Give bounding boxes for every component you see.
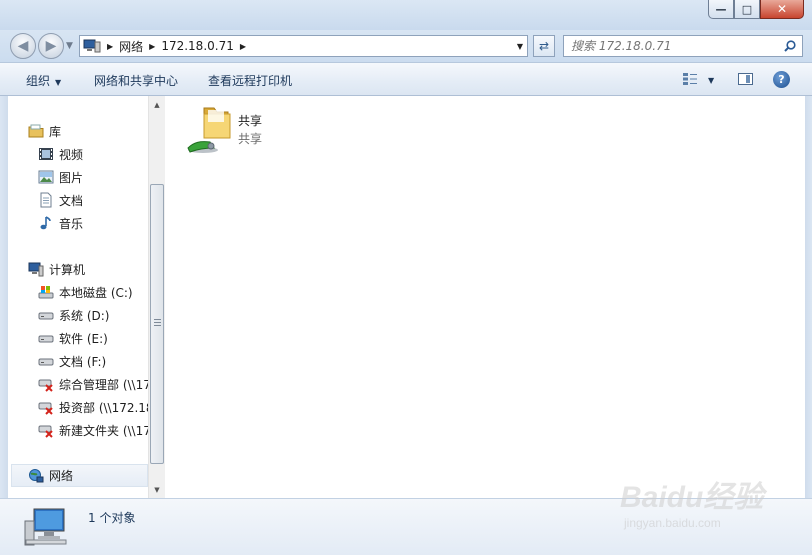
nav-drive-e-label: 软件 (E:): [59, 331, 108, 346]
breadcrumb-separator-icon[interactable]: ▶: [107, 42, 113, 51]
folder-subtitle: 共享: [238, 132, 263, 146]
document-icon: [38, 192, 54, 208]
help-icon: ?: [778, 73, 785, 86]
recent-pages-dropdown[interactable]: ▼: [66, 41, 73, 51]
breadcrumb-host[interactable]: 172.18.0.71: [161, 39, 234, 53]
shared-folder-icon: [186, 104, 234, 157]
refresh-button[interactable]: ⇄: [533, 35, 555, 57]
scrollbar-thumb[interactable]: [150, 184, 164, 464]
file-list: 共享 共享: [166, 96, 805, 498]
preview-pane-button[interactable]: [738, 73, 753, 85]
search-input[interactable]: [564, 36, 774, 56]
back-button[interactable]: ◀: [10, 33, 36, 59]
library-icon: [28, 123, 44, 139]
title-bar: — □ ✕: [0, 0, 812, 30]
search-icon[interactable]: [784, 40, 796, 52]
hard-drive-icon: [38, 353, 54, 369]
folder-name: 共享: [238, 114, 263, 128]
nav-videos-label: 视频: [59, 147, 84, 162]
view-options-icon: [682, 72, 698, 89]
view-dropdown-icon[interactable]: ▼: [708, 76, 714, 85]
help-button[interactable]: ?: [773, 71, 790, 88]
video-icon: [38, 146, 54, 162]
disconnected-network-drive-icon: [38, 422, 54, 438]
breadcrumb-separator-icon[interactable]: ▶: [240, 42, 246, 51]
nav-mapped-drive-2-label: 投资部 (\\172.18: [59, 400, 154, 415]
back-arrow-icon: ◀: [17, 38, 29, 54]
maximize-icon: □: [741, 2, 753, 16]
nav-mapped-drive-1-label: 综合管理部 (\\172: [59, 377, 159, 392]
close-button[interactable]: ✕: [760, 0, 804, 19]
hard-drive-icon: [38, 330, 54, 346]
disconnected-network-drive-icon: [38, 376, 54, 392]
item-count: 1 个对象: [88, 511, 136, 525]
window-frame-left: [0, 96, 8, 498]
nav-computer-label: 计算机: [49, 262, 86, 277]
system-drive-icon: [38, 284, 54, 300]
command-bar: 组织 ▼ 网络和共享中心 查看远程打印机 ▼ ?: [0, 62, 812, 96]
nav-pictures-label: 图片: [59, 170, 84, 185]
search-box[interactable]: [563, 35, 803, 57]
breadcrumb-network[interactable]: 网络: [119, 38, 143, 55]
change-view-button[interactable]: ▼: [682, 72, 714, 89]
network-computer-large-icon: [24, 507, 72, 547]
refresh-icon: ⇄: [538, 39, 550, 53]
nav-music-label: 音乐: [59, 216, 84, 231]
forward-arrow-icon: ▶: [45, 38, 57, 54]
watermark: Baidu经验 jingyan.baidu.com: [620, 468, 770, 538]
close-icon: ✕: [776, 2, 788, 16]
nav-library-label: 库: [49, 124, 62, 139]
nav-drive-d-label: 系统 (D:): [59, 308, 110, 323]
address-bar[interactable]: ▶ 网络 ▶ 172.18.0.71 ▶ ▼: [79, 35, 528, 57]
nav-documents-label: 文档: [59, 193, 84, 208]
picture-icon: [38, 169, 54, 185]
nav-network[interactable]: 网络: [11, 464, 148, 487]
nav-computer[interactable]: 计算机: [28, 259, 168, 279]
navigation-pane: 库 视频 图片 文档 音乐 计算机 本地磁盘 (C:) 系统 (D:) 软件 (…: [8, 96, 165, 498]
window-controls: — □ ✕: [708, 0, 804, 21]
nav-drive-f-label: 文档 (F:): [59, 354, 107, 369]
forward-button[interactable]: ▶: [38, 33, 64, 59]
shared-folder-item[interactable]: 共享 共享: [186, 104, 306, 154]
address-row: ◀ ▶ ▼ ▶ 网络 ▶ 172.18.0.71 ▶ ▼ ⇄: [0, 30, 812, 62]
minimize-icon: —: [715, 2, 727, 16]
watermark-logo: Baidu经验: [620, 481, 764, 514]
network-globe-icon: [28, 468, 44, 484]
scroll-up-icon[interactable]: ▲: [149, 96, 165, 113]
nav-drive-c-label: 本地磁盘 (C:): [59, 285, 133, 300]
view-remote-printers-button[interactable]: 查看远程打印机: [208, 72, 292, 89]
nav-network-label: 网络: [49, 469, 74, 483]
address-history-dropdown[interactable]: ▼: [517, 42, 523, 51]
scroll-down-icon[interactable]: ▼: [149, 481, 165, 498]
minimize-button[interactable]: —: [708, 0, 734, 19]
nav-mapped-drive-3-label: 新建文件夹 (\\17: [59, 423, 151, 438]
grip-icon: [154, 319, 161, 326]
window-frame-right: [805, 96, 812, 498]
maximize-button[interactable]: □: [734, 0, 760, 19]
network-sharing-center-button[interactable]: 网络和共享中心: [94, 72, 178, 89]
hard-drive-icon: [38, 307, 54, 323]
nav-scrollbar[interactable]: ▲ ▼: [148, 96, 165, 498]
breadcrumb-separator-icon[interactable]: ▶: [149, 42, 155, 51]
nav-library[interactable]: 库: [28, 121, 168, 141]
chevron-down-icon: ▼: [55, 78, 62, 87]
computer-icon: [28, 261, 44, 277]
disconnected-network-drive-icon: [38, 399, 54, 415]
organize-button[interactable]: 组织 ▼: [26, 72, 61, 89]
organize-label: 组织: [26, 74, 51, 88]
network-computer-icon: [83, 39, 101, 53]
watermark-url: jingyan.baidu.com: [624, 516, 721, 530]
music-icon: [38, 215, 54, 231]
